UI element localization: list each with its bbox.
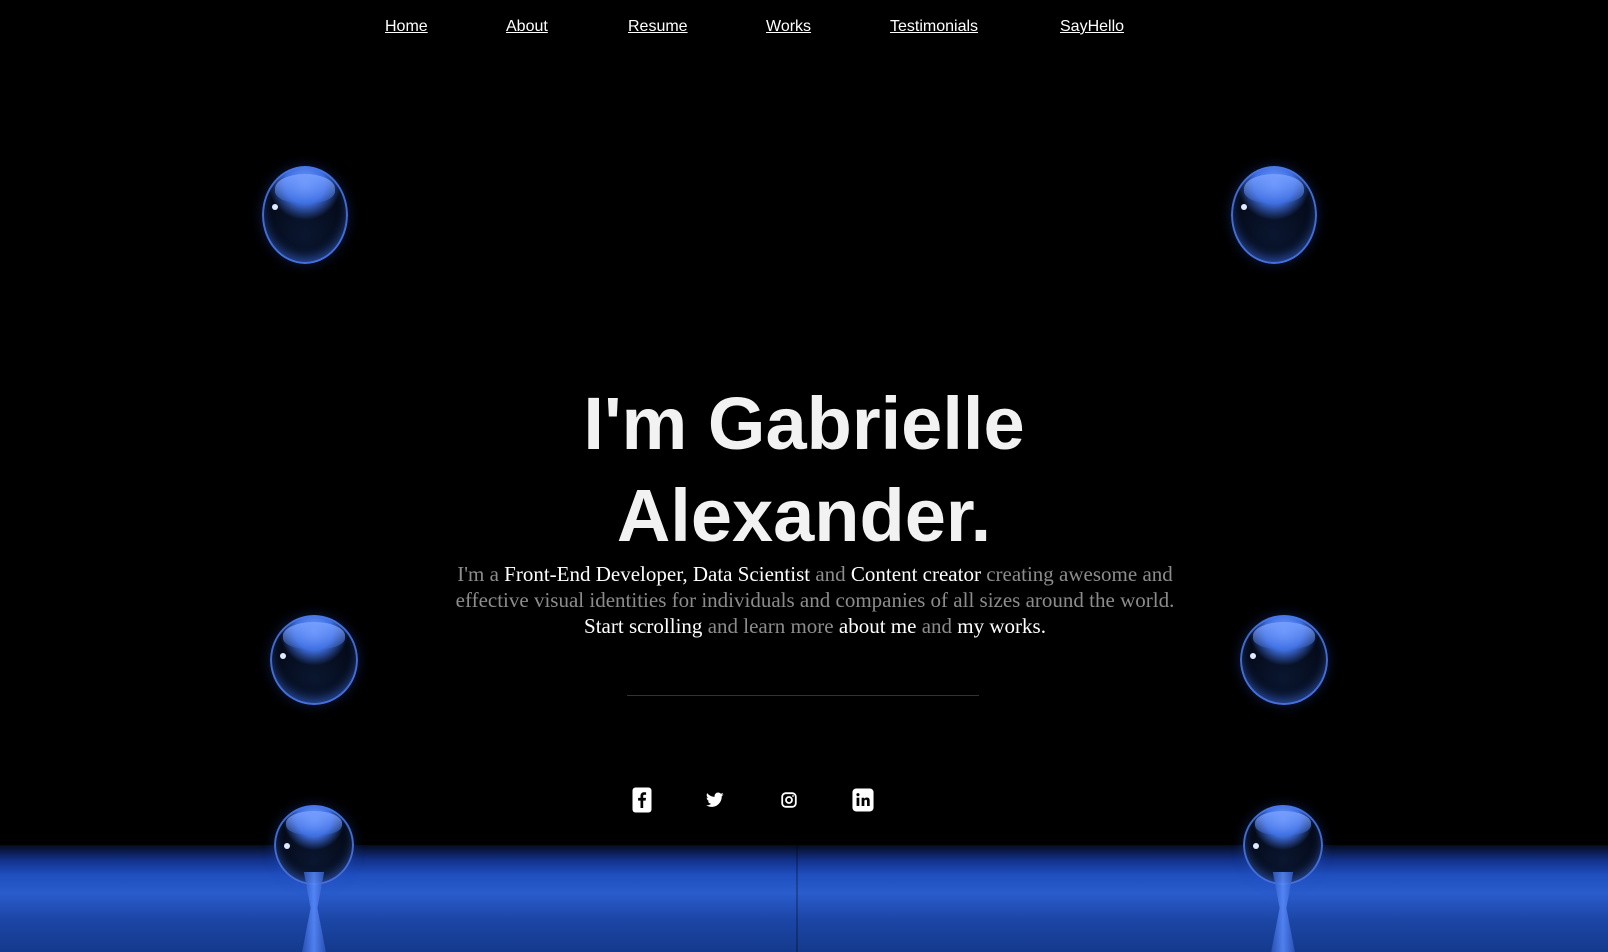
water-droplet [270, 615, 358, 705]
nav-link-about[interactable]: About [506, 18, 548, 36]
linkedin-link[interactable] [852, 787, 874, 813]
water-droplet [262, 166, 348, 264]
linkedin-icon [852, 788, 874, 812]
social-links [0, 787, 1608, 815]
start-scrolling-link[interactable]: Start scrolling [584, 614, 702, 638]
nav-link-sayhello[interactable]: SayHello [1060, 18, 1124, 36]
intro-text: and learn more [702, 614, 839, 638]
my-works-link[interactable]: my works. [957, 614, 1046, 638]
water-surface [0, 845, 1608, 952]
instagram-icon [781, 792, 797, 808]
water-droplet [1240, 615, 1328, 705]
intro-text: I'm a [457, 562, 505, 586]
hero-title: I'm Gabrielle Alexander. [0, 378, 1608, 562]
facebook-link[interactable] [631, 787, 653, 813]
instagram-link[interactable] [778, 787, 800, 813]
background-seam [796, 845, 798, 952]
water-droplet [1231, 166, 1317, 264]
about-me-link[interactable]: about me [839, 614, 917, 638]
facebook-icon [632, 787, 652, 813]
nav-link-testimonials[interactable]: Testimonials [890, 18, 978, 36]
intro-text: and [810, 562, 851, 586]
intro-text: and [916, 614, 958, 638]
twitter-icon [706, 792, 724, 807]
hero-title-line2: Alexander. [616, 474, 992, 557]
nav-link-resume[interactable]: Resume [628, 18, 688, 36]
main-navigation: Home About Resume Works Testimonials Say… [0, 18, 1608, 42]
hero-divider [627, 695, 979, 696]
nav-link-home[interactable]: Home [385, 18, 428, 36]
nav-link-works[interactable]: Works [766, 18, 811, 36]
twitter-link[interactable] [704, 787, 726, 813]
intro-role-secondary: Content creator [850, 562, 981, 586]
intro-paragraph: I'm a Front-End Developer, Data Scientis… [440, 561, 1190, 639]
hero-title-line1: I'm Gabrielle [583, 382, 1025, 465]
intro-role-primary: Front-End Developer, Data Scientist [504, 562, 811, 586]
hero-section: I'm Gabrielle Alexander. [0, 378, 1608, 562]
